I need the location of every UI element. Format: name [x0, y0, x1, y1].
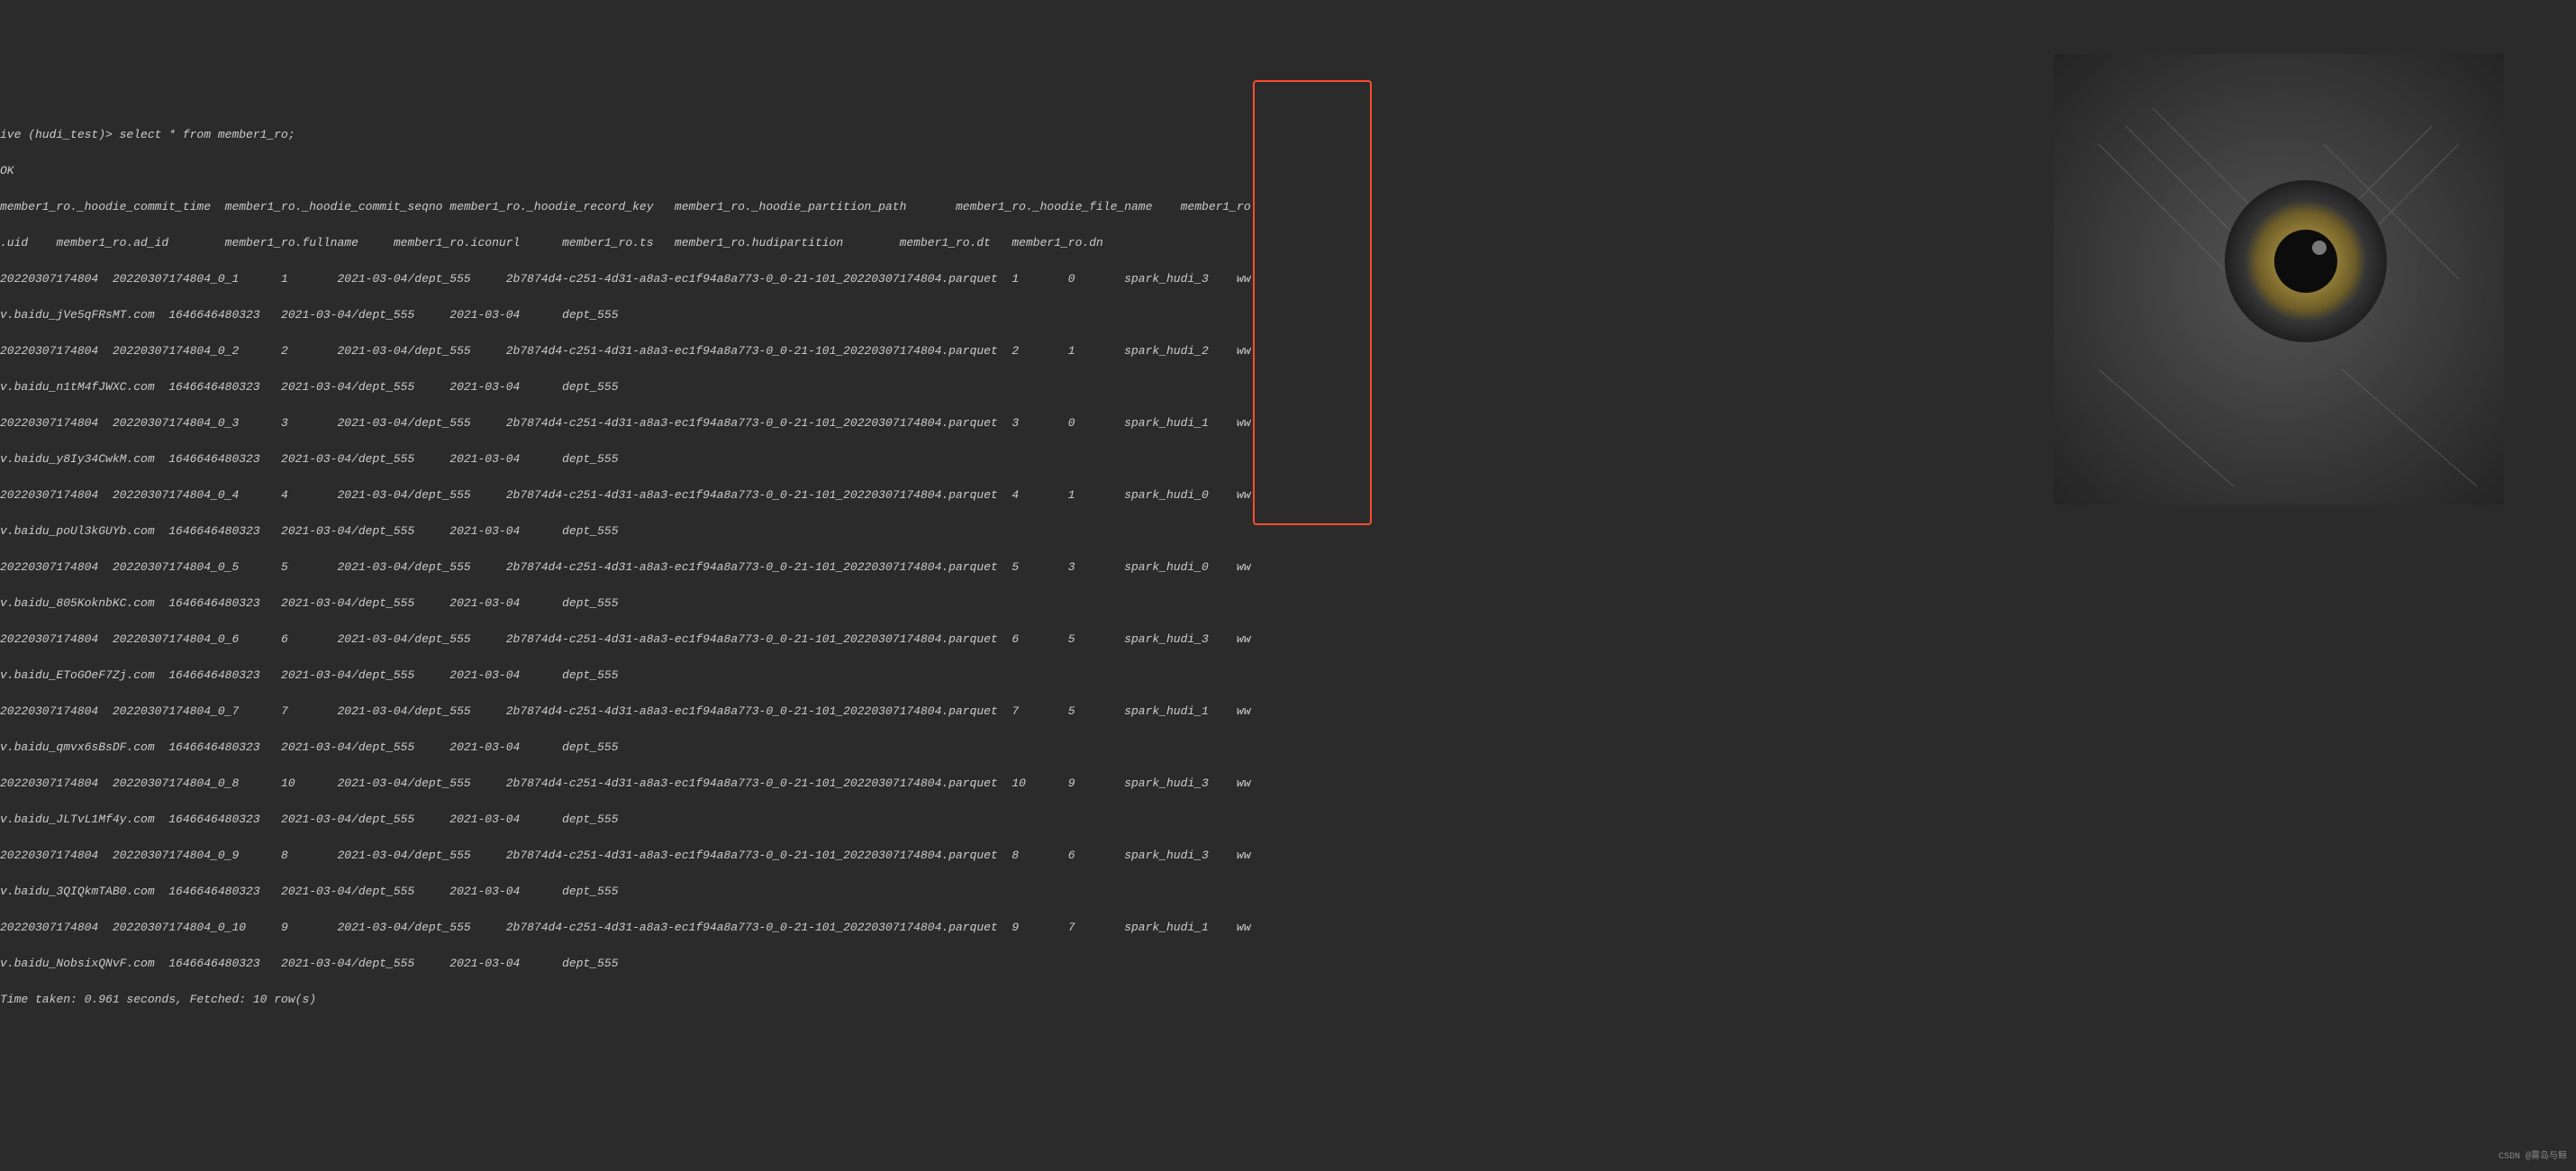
result-row: v.baidu_qmvx6sBsDF.com 1646646480323 202… [0, 739, 2576, 757]
result-row: v.baidu_poUl3kGUYb.com 1646646480323 202… [0, 522, 2576, 540]
result-row: v.baidu_3QIQkmTAB0.com 1646646480323 202… [0, 883, 2576, 901]
result-row: 20220307174804 20220307174804_0_9 8 2021… [0, 847, 2576, 865]
watermark-text: CSDN @雾岛与鲸 [2499, 1148, 2567, 1166]
result-row: 20220307174804 20220307174804_0_5 5 2021… [0, 558, 2576, 576]
footer-line: Time taken: 0.961 seconds, Fetched: 10 r… [0, 991, 2576, 1009]
result-row: v.baidu_805KoknbKC.com 1646646480323 202… [0, 595, 2576, 613]
highlight-annotation [1253, 80, 1372, 525]
result-row: 20220307174804 20220307174804_0_8 10 202… [0, 775, 2576, 793]
result-row: 20220307174804 20220307174804_0_10 9 202… [0, 919, 2576, 937]
result-row: v.baidu_EToGOeF7Zj.com 1646646480323 202… [0, 667, 2576, 685]
result-row: 20220307174804 20220307174804_0_6 6 2021… [0, 631, 2576, 649]
result-row: v.baidu_NobsixQNvF.com 1646646480323 202… [0, 955, 2576, 973]
result-row: v.baidu_JLTvL1Mf4y.com 1646646480323 202… [0, 811, 2576, 829]
result-row: 20220307174804 20220307174804_0_7 7 2021… [0, 703, 2576, 721]
